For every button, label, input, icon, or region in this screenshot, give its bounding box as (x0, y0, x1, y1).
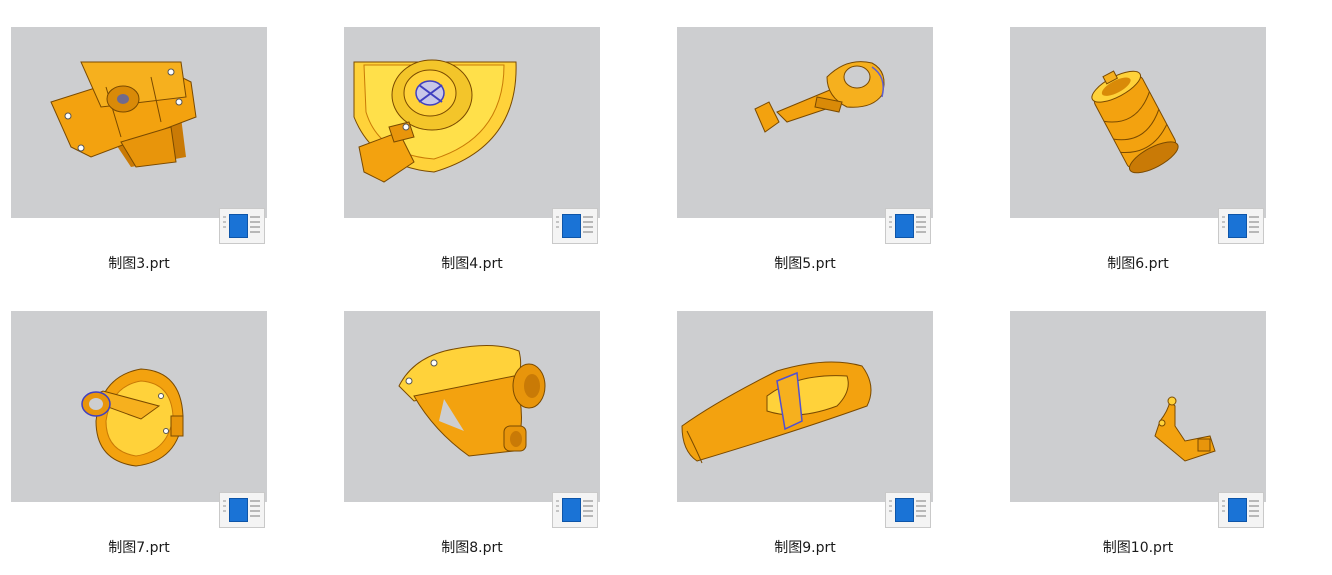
file-type-icon (219, 208, 265, 244)
file-grid: 制图3.prt 制图4.prt 制图5.prt 制图6.prt 制图7.prt … (0, 0, 1332, 575)
file-name: 制图9.prt (774, 540, 836, 556)
part-housing-thumbnail (344, 311, 600, 502)
part-small-link-thumbnail (1010, 311, 1266, 502)
file-type-icon (1218, 492, 1264, 528)
file-name: 制图7.prt (108, 540, 170, 556)
part-disc-thumbnail (344, 27, 600, 218)
file-name: 制图10.prt (1102, 540, 1174, 556)
part-bracket-thumbnail (11, 27, 267, 218)
part-cylinder-thumbnail (1010, 27, 1266, 218)
file-name: 制图5.prt (774, 256, 836, 272)
file-item[interactable]: 制图6.prt (1010, 27, 1300, 297)
file-name: 制图4.prt (441, 256, 503, 272)
file-item[interactable]: 制图5.prt (677, 27, 967, 297)
part-lever-thumbnail (677, 27, 933, 218)
file-name: 制图8.prt (441, 540, 503, 556)
file-item[interactable]: 制图8.prt (344, 311, 634, 575)
file-type-icon (885, 492, 931, 528)
file-type-icon (552, 208, 598, 244)
file-item[interactable]: 制图3.prt (11, 27, 301, 297)
file-type-icon (1218, 208, 1264, 244)
file-item[interactable]: 制图4.prt (344, 27, 634, 297)
file-type-icon (885, 208, 931, 244)
part-flange-tube-thumbnail (11, 311, 267, 502)
file-name: 制图3.prt (108, 256, 170, 272)
file-item[interactable]: 制图7.prt (11, 311, 301, 575)
file-item[interactable]: 制图10.prt (1010, 311, 1300, 575)
file-type-icon (552, 492, 598, 528)
part-bucket-tooth-thumbnail (677, 311, 933, 502)
file-item[interactable]: 制图9.prt (677, 311, 967, 575)
file-type-icon (219, 492, 265, 528)
file-name: 制图6.prt (1107, 256, 1169, 272)
